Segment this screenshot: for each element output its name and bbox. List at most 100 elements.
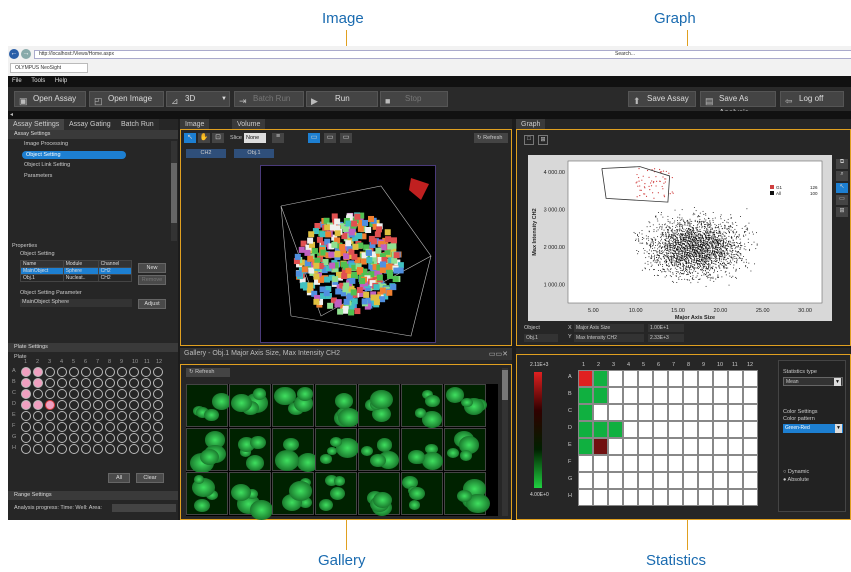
heatmap-cell[interactable] [608, 489, 623, 506]
browser-search[interactable]: Search... [615, 51, 635, 57]
plate-well[interactable] [33, 433, 43, 443]
gallery-cell[interactable] [315, 384, 360, 427]
heatmap-cell[interactable] [743, 387, 758, 404]
heatmap-cell[interactable] [623, 455, 638, 472]
heatmap-cell[interactable] [668, 472, 683, 489]
gallery-cell[interactable] [229, 384, 271, 427]
volume-viewport[interactable] [260, 165, 436, 343]
parameters-item[interactable]: Parameters [24, 173, 52, 179]
heatmap-cell[interactable] [638, 387, 653, 404]
gallery-cell[interactable] [401, 428, 444, 471]
tab-assay-gating[interactable]: Assay Gating [64, 119, 116, 130]
heatmap-cell[interactable] [653, 387, 668, 404]
heatmap-cell[interactable] [713, 472, 728, 489]
plate-well[interactable] [93, 378, 103, 388]
plate-well[interactable] [45, 411, 55, 421]
channel-ch2[interactable]: CH2 [186, 149, 226, 158]
plate-well[interactable] [117, 422, 127, 432]
plate-well[interactable] [141, 378, 151, 388]
heatmap-cell[interactable] [593, 438, 608, 455]
heatmap-cell[interactable] [608, 370, 623, 387]
heatmap-cell[interactable] [728, 421, 743, 438]
heatmap-cell[interactable] [743, 455, 758, 472]
zoom-icon[interactable]: ⌕ [836, 171, 848, 181]
plate-well[interactable] [33, 422, 43, 432]
heatmap-cell[interactable] [683, 387, 698, 404]
heatmap-cell[interactable] [668, 421, 683, 438]
forward-icon[interactable]: → [21, 49, 31, 59]
plate-well[interactable] [33, 400, 43, 410]
heatmap-cell[interactable] [578, 421, 593, 438]
rect-gate-icon[interactable]: ▭ [836, 195, 848, 205]
heatmap-cell[interactable] [713, 421, 728, 438]
plate-well[interactable] [81, 378, 91, 388]
run-button[interactable]: ▶ Run [306, 91, 378, 107]
range-settings-header[interactable]: Range Settings [8, 491, 178, 500]
heatmap-cell[interactable] [638, 421, 653, 438]
heatmap-cell[interactable] [713, 370, 728, 387]
heatmap-cell[interactable] [698, 472, 713, 489]
plate-well[interactable] [21, 378, 31, 388]
plate-well[interactable] [45, 444, 55, 454]
plate-well[interactable] [93, 400, 103, 410]
heatmap-cell[interactable] [623, 421, 638, 438]
heatmap-cell[interactable] [578, 472, 593, 489]
heatmap-cell[interactable] [743, 489, 758, 506]
plate-well[interactable] [153, 433, 163, 443]
heatmap-cell[interactable] [668, 438, 683, 455]
plate-well[interactable] [153, 378, 163, 388]
clear-button[interactable]: Clear [136, 473, 164, 483]
graph-tool-2-icon[interactable]: ⊞ [538, 135, 548, 145]
plate-well[interactable] [81, 422, 91, 432]
plate-well[interactable] [33, 378, 43, 388]
object-dropdown[interactable]: Obj.1 [524, 334, 558, 342]
plate-well[interactable] [117, 411, 127, 421]
object-link-setting-item[interactable]: Object Link Setting [24, 162, 70, 168]
collapse-arrow-icon[interactable]: ◂ [10, 112, 13, 118]
gallery-cell[interactable] [444, 384, 487, 427]
scrollbar[interactable] [171, 141, 177, 241]
gallery-cell[interactable] [229, 472, 273, 520]
gallery-grid[interactable] [186, 384, 498, 520]
plate-well[interactable] [57, 444, 67, 454]
heatmap-cell[interactable] [578, 387, 593, 404]
graph-side-tool-icon[interactable]: ⧉ [836, 159, 848, 169]
plate-well[interactable] [117, 367, 127, 377]
well-heatmap[interactable]: 1 2 3 4 5 6 7 8 9 10 11 12 A B C D E F G H [564, 362, 774, 512]
heatmap-cell[interactable] [698, 489, 713, 506]
menu-tools[interactable]: Tools [31, 78, 45, 84]
gallery-cell[interactable] [358, 472, 400, 517]
plate-well[interactable] [69, 422, 79, 432]
plate-settings-header[interactable]: Plate Settings [8, 343, 178, 352]
menu-file[interactable]: File [12, 78, 22, 84]
plate-well[interactable] [45, 400, 55, 410]
plate-well[interactable] [69, 367, 79, 377]
heatmap-cell[interactable] [638, 404, 653, 421]
heatmap-cell[interactable] [653, 489, 668, 506]
plate-well[interactable] [33, 367, 43, 377]
plate-well[interactable] [129, 422, 139, 432]
view-mode-3-icon[interactable]: ▭ [340, 133, 352, 143]
plate-well[interactable] [21, 367, 31, 377]
heatmap-cell[interactable] [668, 404, 683, 421]
heatmap-cell[interactable] [698, 370, 713, 387]
heatmap-cell[interactable] [668, 489, 683, 506]
plate-well[interactable] [45, 367, 55, 377]
heatmap-cell[interactable] [713, 455, 728, 472]
plate-well[interactable] [69, 378, 79, 388]
plate-well[interactable] [93, 367, 103, 377]
plate-well[interactable] [33, 389, 43, 399]
new-button[interactable]: New [138, 263, 166, 273]
heatmap-cell[interactable] [683, 438, 698, 455]
heatmap-cell[interactable] [713, 404, 728, 421]
plate-well[interactable] [21, 389, 31, 399]
plate-well[interactable] [57, 433, 67, 443]
graph-plot-area[interactable]: 5.00 10.00 15.00 20.00 25.00 30.00 1 000.00 2 0… [528, 155, 832, 321]
heatmap-cell[interactable] [623, 370, 638, 387]
plate-well[interactable] [45, 389, 55, 399]
plate-well[interactable] [81, 400, 91, 410]
plate-well[interactable] [57, 400, 67, 410]
plate-well[interactable] [105, 422, 115, 432]
plate-well[interactable] [57, 367, 67, 377]
gallery-cell[interactable] [229, 428, 271, 471]
